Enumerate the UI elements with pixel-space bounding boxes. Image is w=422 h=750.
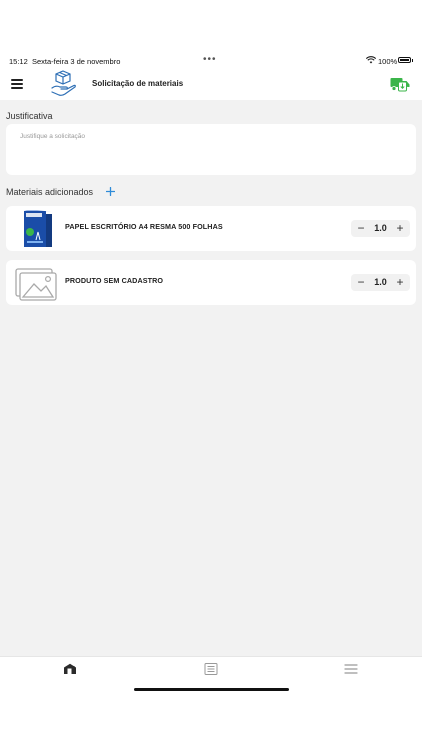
increase-button[interactable]: + bbox=[392, 220, 408, 237]
wifi-icon bbox=[366, 56, 376, 64]
material-name: PRODUTO SEM CADASTRO bbox=[65, 276, 164, 285]
justification-input[interactable] bbox=[18, 132, 402, 141]
material-name: PAPEL ESCRITÓRIO A4 RESMA 500 FOLHAS bbox=[65, 222, 223, 231]
hamburger-menu-icon[interactable] bbox=[11, 79, 23, 89]
battery-icon bbox=[398, 57, 413, 63]
status-bar: 15:12 Sexta-feira 3 de novembro ••• 100% bbox=[0, 54, 422, 67]
status-time: 15:12 bbox=[9, 57, 28, 66]
decrease-button[interactable]: − bbox=[353, 220, 369, 237]
quantity-stepper: − 1.0 + bbox=[351, 220, 410, 237]
list-icon[interactable] bbox=[204, 663, 218, 675]
page-title: Solicitação de materiais bbox=[92, 79, 184, 88]
justification-label: Justificativa bbox=[6, 111, 53, 121]
material-item-paper[interactable]: PAPEL ESCRITÓRIO A4 RESMA 500 FOLHAS − 1… bbox=[6, 206, 416, 251]
multitask-dots[interactable]: ••• bbox=[203, 54, 217, 65]
menu-icon[interactable] bbox=[344, 663, 358, 675]
paper-ream-image bbox=[24, 210, 52, 247]
battery-percent: 100% bbox=[378, 57, 398, 66]
app-header: Solicitação de materiais bbox=[0, 67, 422, 100]
truck-download-icon[interactable] bbox=[390, 76, 410, 92]
image-placeholder-icon bbox=[15, 268, 57, 301]
increase-button[interactable]: + bbox=[392, 274, 408, 291]
quantity-value: 1.0 bbox=[374, 277, 387, 287]
quantity-value: 1.0 bbox=[374, 223, 387, 233]
decrease-button[interactable]: − bbox=[353, 274, 369, 291]
home-indicator bbox=[134, 688, 289, 691]
plus-icon[interactable] bbox=[106, 187, 115, 196]
materials-label: Materiais adicionados bbox=[6, 187, 94, 197]
app-screen: 15:12 Sexta-feira 3 de novembro ••• 100%… bbox=[0, 54, 422, 696]
material-item-unregistered[interactable]: PRODUTO SEM CADASTRO − 1.0 + bbox=[6, 260, 416, 305]
hand-holding-box-icon bbox=[51, 70, 76, 96]
justification-box[interactable] bbox=[6, 124, 416, 175]
status-date: Sexta-feira 3 de novembro bbox=[32, 57, 121, 66]
home-icon[interactable] bbox=[63, 663, 77, 675]
quantity-stepper: − 1.0 + bbox=[351, 274, 410, 291]
